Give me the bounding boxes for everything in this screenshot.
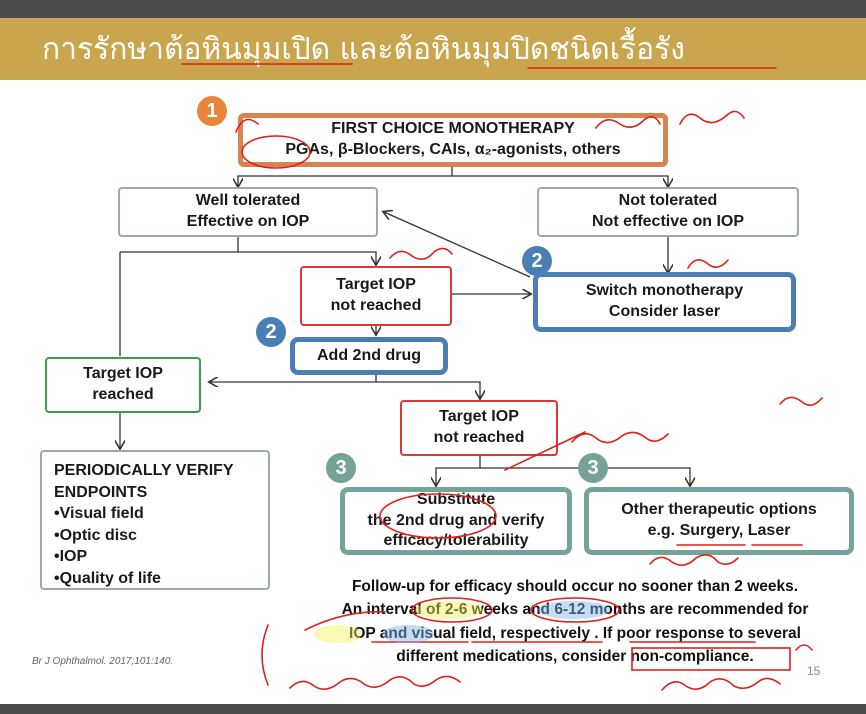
substitute-circle-mark bbox=[379, 493, 497, 539]
highlight-mark bbox=[382, 625, 434, 643]
ink-scribble bbox=[595, 116, 661, 129]
ink-scribble bbox=[571, 431, 669, 444]
handwritten-annotations bbox=[181, 63, 823, 691]
ink-scribble bbox=[235, 118, 259, 133]
bottom-bar bbox=[0, 704, 866, 714]
ink-arrow-mark bbox=[504, 431, 586, 471]
ink-scribble bbox=[795, 644, 813, 651]
ink-scribble bbox=[261, 624, 269, 686]
ink-scribble bbox=[389, 247, 453, 260]
ink-scribble bbox=[687, 259, 729, 269]
highlight-mark bbox=[538, 601, 610, 619]
ink-scribble bbox=[289, 675, 461, 690]
ink-scribble bbox=[679, 110, 745, 125]
non-compliance-box-mark bbox=[631, 647, 791, 671]
highlight-mark bbox=[314, 625, 362, 643]
ink-scribble bbox=[779, 396, 823, 406]
ink-scribble bbox=[661, 677, 781, 691]
ink-scribble bbox=[649, 554, 739, 566]
pgas-circle-mark bbox=[241, 135, 311, 169]
highlight-mark bbox=[415, 601, 483, 619]
